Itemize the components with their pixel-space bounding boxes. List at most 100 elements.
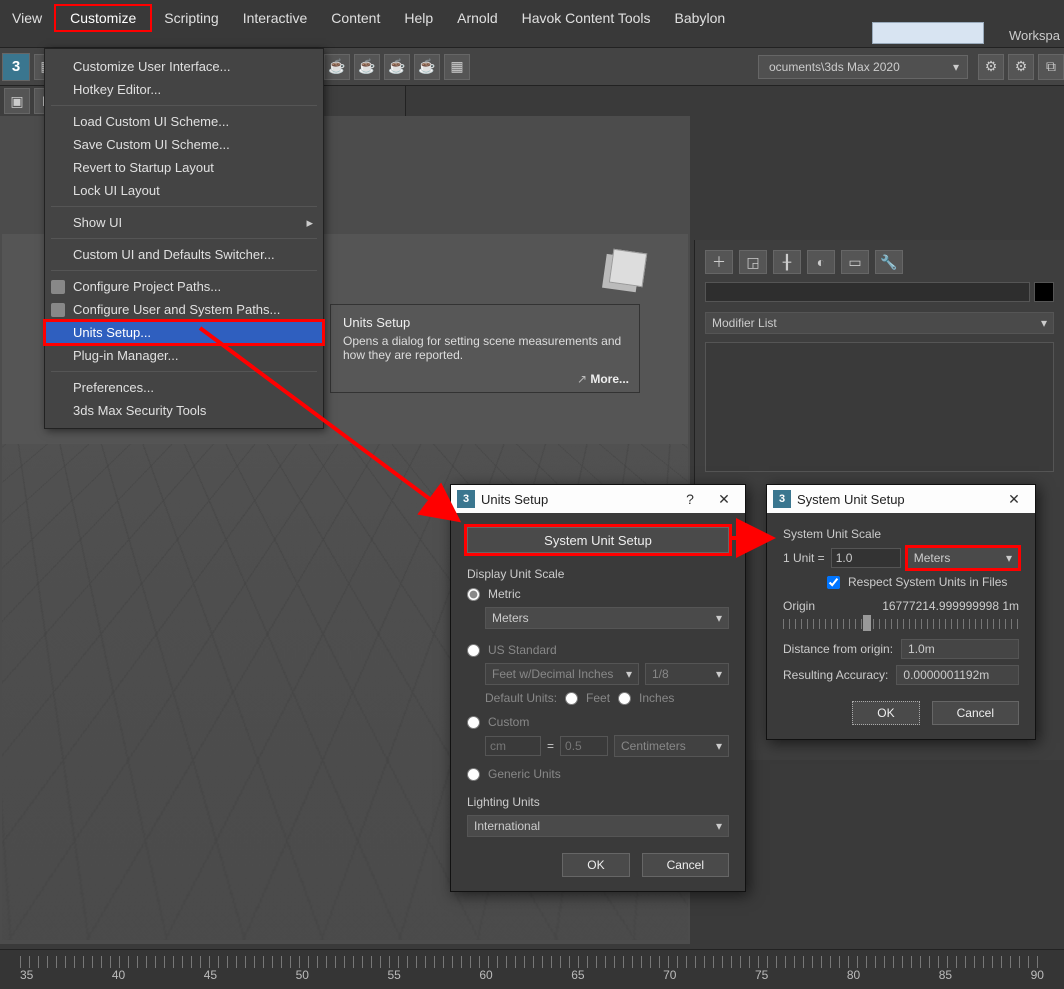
motion-tab-icon[interactable]: ◐ [807,250,835,274]
slider-thumb[interactable] [863,615,871,631]
teapot-icon-1[interactable]: ☕ [324,54,350,80]
close-icon[interactable]: ✕ [707,487,741,511]
custom-value-field [560,736,608,756]
lighting-unit-dropdown[interactable]: International [467,815,729,837]
units-setup-dialog: 3 Units Setup ? ✕ System Unit Setup Disp… [450,484,746,892]
dd-show-ui[interactable]: Show UI [45,211,323,234]
custom-radio[interactable] [467,716,480,729]
unit-type-dropdown[interactable]: Meters [907,547,1019,569]
dd-security-tools[interactable]: 3ds Max Security Tools [45,399,323,422]
us-standard-radio[interactable] [467,644,480,657]
workspace-label[interactable]: Workspa [1009,28,1060,43]
tick-label: 70 [663,968,676,982]
modifier-list-label: Modifier List [712,316,777,330]
metric-unit-value: Meters [492,611,529,625]
menu-arnold[interactable]: Arnold [445,4,509,32]
menu-help[interactable]: Help [392,4,445,32]
custom-unit-dropdown: Centimeters [614,735,729,757]
app-small-icon: 3 [773,490,791,508]
timeline-labels: 35 40 45 50 55 60 65 70 75 80 85 90 [20,968,1044,982]
menu-view[interactable]: View [0,4,54,32]
user-badge[interactable] [872,22,984,44]
dd-save-ui[interactable]: Save Custom UI Scheme... [45,133,323,156]
us-frac-dropdown: 1/8 [645,663,729,685]
dd-revert-layout[interactable]: Revert to Startup Layout [45,156,323,179]
generic-radio[interactable] [467,768,480,781]
menu-havok[interactable]: Havok Content Tools [510,4,663,32]
object-name-field[interactable] [705,282,1030,302]
dd-sep [51,270,317,271]
dd-defaults-switcher[interactable]: Custom UI and Defaults Switcher... [45,243,323,266]
menu-babylon[interactable]: Babylon [663,4,738,32]
create-tab-icon[interactable]: ＋ [705,250,733,274]
hierarchy-tab-icon[interactable]: ╂ [773,250,801,274]
object-color-swatch[interactable] [1034,282,1054,302]
toolbar-copy-icon[interactable]: ⧉ [1038,54,1064,80]
viewcube-cube[interactable] [609,249,647,287]
timeline[interactable]: 35 40 45 50 55 60 65 70 75 80 85 90 [0,949,1064,989]
system-unit-setup-button[interactable]: System Unit Setup [467,527,729,553]
metric-radio[interactable] [467,588,480,601]
tooltip-more-link[interactable]: More... [577,372,629,386]
origin-label: Origin [783,599,815,613]
menu-scripting[interactable]: Scripting [152,4,230,32]
dd-hotkey-editor[interactable]: Hotkey Editor... [45,78,323,101]
dd-label: Configure Project Paths... [73,279,221,294]
metric-unit-dropdown[interactable]: Meters [485,607,729,629]
system-unit-scale-label: System Unit Scale [783,527,1019,541]
generic-label: Generic Units [488,767,561,781]
dd-units-setup[interactable]: Units Setup... [45,321,323,344]
menu-customize[interactable]: Customize [54,4,152,32]
toolbar-gear2-icon[interactable]: ⚙ [1008,54,1034,80]
respect-units-checkbox[interactable] [827,576,840,589]
dd-user-system-paths[interactable]: Configure User and System Paths... [45,298,323,321]
utilities-tab-icon[interactable]: 🔧 [875,250,903,274]
dialog-titlebar[interactable]: 3 System Unit Setup ✕ [767,485,1035,513]
dd-load-ui[interactable]: Load Custom UI Scheme... [45,110,323,133]
toolbar-btn-grid[interactable]: ▦ [444,54,470,80]
tick-label: 75 [755,968,768,982]
modifier-list-dropdown[interactable]: Modifier List [705,312,1054,334]
dialog-titlebar[interactable]: 3 Units Setup ? ✕ [451,485,745,513]
help-icon[interactable]: ? [673,487,707,511]
units-cancel-button[interactable]: Cancel [642,853,729,877]
sys-ok-button[interactable]: OK [852,701,919,725]
dd-sep [51,371,317,372]
command-panel-tabs: ＋ ◲ ╂ ◐ ▭ 🔧 [705,250,1054,274]
modify-tab-icon[interactable]: ◲ [739,250,767,274]
dd-project-paths[interactable]: Configure Project Paths... [45,275,323,298]
menu-bar: View Customize Scripting Interactive Con… [0,0,1064,48]
project-path-dropdown[interactable]: ocuments\3ds Max 2020 [758,55,968,79]
system-unit-dialog: 3 System Unit Setup ✕ System Unit Scale … [766,484,1036,740]
close-icon[interactable]: ✕ [997,487,1031,511]
dd-customize-ui[interactable]: Customize User Interface... [45,55,323,78]
modifier-stack[interactable] [705,342,1054,472]
dd-plugin-manager[interactable]: Plug-in Manager... [45,344,323,367]
user-icon [51,303,65,317]
metric-label: Metric [488,587,521,601]
sys-cancel-button[interactable]: Cancel [932,701,1019,725]
dd-lock-layout[interactable]: Lock UI Layout [45,179,323,202]
units-ok-button[interactable]: OK [562,853,629,877]
teapot-icon-2[interactable]: ☕ [354,54,380,80]
accuracy-value: 0.0000001192m [896,665,1019,685]
dd-sep [51,105,317,106]
sec-btn-1[interactable]: ▣ [4,88,30,114]
teapot-icon-3[interactable]: ☕ [384,54,410,80]
display-tab-icon[interactable]: ▭ [841,250,869,274]
toolbar-gear-icon[interactable]: ⚙ [978,54,1004,80]
distance-value: 1.0m [901,639,1019,659]
origin-slider[interactable] [783,619,1019,629]
custom-prefix-field [485,736,541,756]
equals-label: = [547,739,554,753]
unit-value-field[interactable] [831,548,901,568]
menu-content[interactable]: Content [319,4,392,32]
tick-label: 40 [112,968,125,982]
default-feet-radio [565,692,578,705]
teapot-icon-4[interactable]: ☕ [414,54,440,80]
app-icon[interactable]: 3 [2,53,30,81]
us-unit-dropdown: Feet w/Decimal Inches [485,663,639,685]
dd-preferences[interactable]: Preferences... [45,376,323,399]
menu-interactive[interactable]: Interactive [231,4,320,32]
viewcube[interactable] [598,238,658,298]
